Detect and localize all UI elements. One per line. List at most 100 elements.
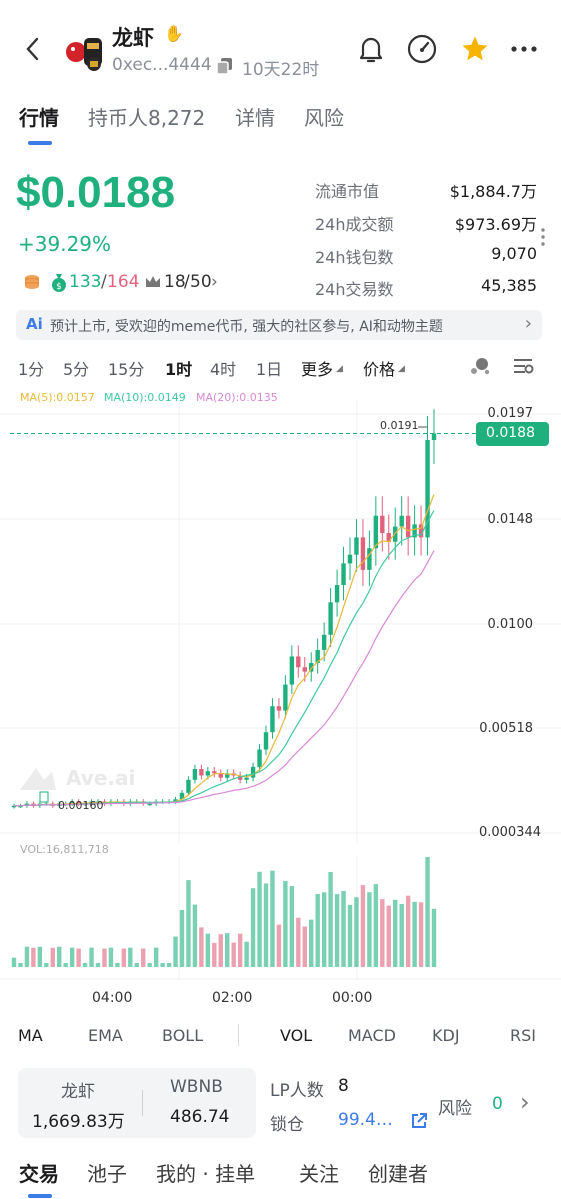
volume-bar — [321, 892, 327, 967]
candle-body — [399, 515, 404, 527]
volume-bar — [328, 871, 333, 967]
holders-total: 164 — [107, 272, 140, 292]
indicator-rsi[interactable]: RSI — [510, 1026, 536, 1045]
lock-value[interactable]: 99.4… — [338, 1110, 393, 1130]
x-tick-0400: 04:00 — [92, 990, 133, 1006]
risk-value: 0 — [492, 1094, 503, 1114]
timeframe-4h[interactable]: 4时 — [210, 356, 236, 380]
drawing-tool-icon[interactable] — [467, 354, 493, 378]
timeframe-1m[interactable]: 1分 — [18, 356, 44, 380]
high-marker: 0.0191 — [380, 419, 419, 432]
volume-bar — [218, 934, 223, 967]
candle-body — [341, 563, 346, 586]
volume-bar — [95, 963, 101, 967]
volume-bar — [89, 947, 94, 967]
back-icon[interactable] — [18, 34, 46, 64]
volume-bar — [82, 963, 88, 967]
indicator-ma[interactable]: MA — [18, 1026, 43, 1045]
volume-bar — [257, 871, 262, 967]
candle-body — [192, 769, 198, 780]
external-link-icon[interactable] — [408, 1110, 430, 1132]
volume-bar — [341, 890, 346, 967]
risk-chevron-icon[interactable]: › — [520, 1088, 530, 1116]
indicator-boll[interactable]: BOLL — [162, 1026, 203, 1045]
tab-active-indicator — [28, 141, 52, 145]
volume-bar — [102, 948, 107, 967]
timeframe-1h[interactable]: 1时 — [165, 356, 192, 380]
holders-sep: / — [101, 272, 107, 292]
price-mode-dropdown[interactable]: 价格 — [363, 356, 395, 380]
gauge-icon[interactable] — [404, 32, 440, 66]
contract-address: 0xec...4444 — [112, 55, 212, 75]
volume-bar — [205, 933, 211, 967]
tab-details[interactable]: 详情 — [235, 102, 275, 131]
watermark-text: Ave.ai — [66, 766, 136, 790]
y-tick-top: 0.0197 — [487, 406, 534, 421]
timeframe-1d[interactable]: 1日 — [256, 356, 282, 380]
ai-summary-banner[interactable]: Ai 预计上市, 受欢迎的meme代币, 强大的社区参与, AI和动物主题 › — [16, 310, 542, 340]
volume-bar — [270, 870, 275, 967]
bell-icon[interactable] — [355, 32, 387, 66]
candle-body — [283, 684, 288, 711]
bottom-tab-pools[interactable]: 池子 — [87, 1158, 127, 1187]
bottom-tab-creator[interactable]: 创建者 — [368, 1158, 428, 1187]
stat-value-volume: $973.69万 — [454, 215, 537, 234]
timeframe-15m[interactable]: 15分 — [108, 356, 144, 380]
indicator-ema[interactable]: EMA — [88, 1026, 123, 1045]
candle-body — [431, 433, 437, 440]
volume-bar — [250, 888, 256, 967]
tab-market[interactable]: 行情 — [19, 102, 59, 131]
volume-bar — [360, 885, 366, 967]
token-name: 龙虾 — [112, 26, 154, 50]
indicator-macd[interactable]: MACD — [348, 1026, 396, 1045]
bottom-tab-trades[interactable]: 交易 — [19, 1158, 59, 1187]
bottom-tab-my-orders[interactable]: 我的 · 挂单 — [156, 1158, 255, 1187]
volume-bar — [166, 963, 172, 967]
bottom-tab-watchlist[interactable]: 关注 — [299, 1158, 339, 1187]
volume-bar — [11, 957, 17, 967]
chevron-right-icon[interactable]: › — [211, 272, 218, 292]
tab-risk[interactable]: 风险 — [304, 102, 344, 131]
timeframe-5m[interactable]: 5分 — [63, 356, 89, 380]
volume-bar — [425, 857, 430, 967]
volume-svg — [0, 855, 561, 980]
rank-current: 18 — [164, 272, 186, 292]
volume-bar — [179, 909, 185, 967]
pool-reserves-card[interactable]: 龙虾 1,669.83万 WBNB 486.74 — [18, 1068, 256, 1138]
volume-bar — [225, 933, 230, 967]
pool-token1-name: 龙虾 — [61, 1082, 95, 1102]
ma5-line — [14, 494, 435, 807]
copy-icon[interactable] — [214, 56, 236, 76]
volume-bar — [44, 963, 49, 967]
candle-body — [354, 537, 359, 555]
candle-body — [347, 554, 353, 564]
vertical-dots-icon[interactable] — [536, 226, 550, 248]
stat-value-wallets: 9,070 — [491, 244, 537, 263]
volume-bar — [412, 901, 417, 967]
volume-bar — [173, 936, 178, 967]
price-dropdown-caret-icon: ◢ — [398, 364, 405, 374]
star-icon[interactable] — [458, 32, 492, 66]
verified-hand-icon: ✋ — [164, 24, 184, 43]
candle-body — [334, 585, 340, 603]
volume-bar — [386, 905, 391, 967]
more-timeframes-dropdown[interactable]: 更多 — [301, 356, 333, 380]
tab-holders[interactable]: 持币人8,272 — [88, 102, 205, 131]
volume-bar — [276, 924, 282, 967]
indicator-vol[interactable]: VOL — [280, 1026, 312, 1045]
indicator-kdj[interactable]: KDJ — [432, 1026, 460, 1045]
rank-sep: / — [184, 272, 190, 292]
volume-bar — [128, 947, 133, 967]
candle-body — [276, 706, 282, 711]
volume-bar — [24, 946, 30, 967]
volume-bar — [147, 963, 152, 967]
volume-bar — [186, 880, 191, 967]
volume-bar — [153, 947, 159, 967]
chart-settings-icon[interactable] — [510, 354, 536, 378]
pool-token2-amount: 486.74 — [170, 1107, 230, 1127]
ai-summary-text: 预计上市, 受欢迎的meme代币, 强大的社区参与, AI和动物主题 — [50, 319, 443, 335]
candle-body — [289, 656, 295, 685]
y-tick-bottom: 0.000344 — [478, 825, 541, 840]
more-dots-icon[interactable] — [508, 36, 540, 62]
current-price: $0.0188 — [16, 168, 176, 217]
